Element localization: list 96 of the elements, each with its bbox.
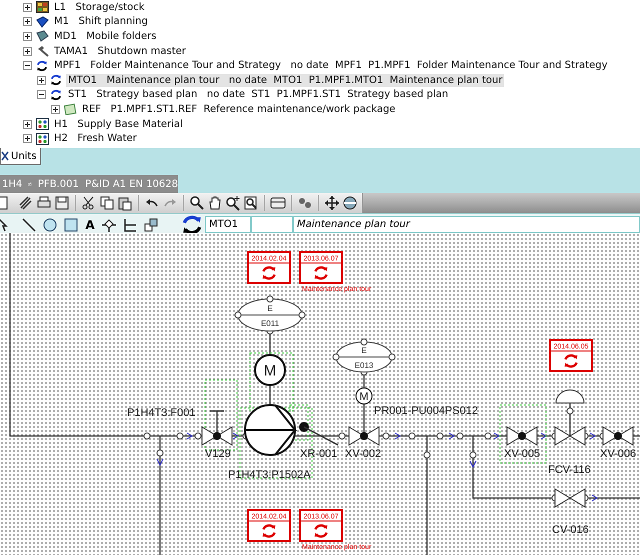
selection-frame (500, 404, 546, 464)
cycle-arrows-icon (314, 267, 328, 279)
document-tab-title: PFB.001 P&ID A1 EN 10628 (38, 178, 178, 190)
motor-letter: M (359, 390, 369, 403)
hand-icon[interactable] (207, 195, 223, 211)
document-tab-prefix: 1H4 (2, 178, 22, 190)
maintenance-marker (299, 251, 343, 284)
equipment-tag: V129 (205, 448, 231, 460)
motor-letter: M (264, 362, 276, 380)
expand-icon[interactable] (23, 46, 32, 56)
circle-tool-icon[interactable] (42, 216, 58, 232)
equipment-tag: FCV-116 (548, 464, 591, 476)
tree-item[interactable]: TAMA1 Shutdown master (52, 44, 188, 58)
expand-icon[interactable] (23, 17, 32, 26)
valve-symbol (202, 426, 232, 446)
hammer-icon (36, 45, 48, 58)
control-valve-symbol (554, 426, 586, 446)
maintenance-marker (549, 339, 593, 372)
cycle-arrows-icon (36, 60, 48, 72)
tree-item[interactable]: L1 Storage/stock (52, 0, 147, 14)
save-icon[interactable] (54, 195, 70, 211)
maintenance-marker (247, 251, 291, 284)
rectangle-tool-icon[interactable] (63, 216, 79, 232)
tree-item[interactable]: MD1 Mobile folders (52, 30, 158, 43)
pump-symbol (244, 404, 298, 456)
connector-tool-icon[interactable] (122, 216, 138, 232)
text-tool[interactable]: A (84, 218, 96, 232)
valve-symbol (506, 426, 538, 446)
tree-item[interactable]: MPF1 Folder Maintenance Tour and Strategy no date MPF1 P1.MPF1 Folder Maintenance Tour and Strategy (52, 59, 610, 72)
line-tool-icon[interactable] (21, 216, 37, 232)
equipment-tag: XR-001 (300, 448, 338, 460)
motor-symbol (254, 354, 286, 386)
blank-field[interactable] (251, 216, 293, 233)
copy-icon[interactable] (99, 195, 115, 211)
window-icon[interactable] (270, 195, 286, 211)
expand-icon[interactable] (51, 104, 60, 114)
control-valve-symbol (554, 488, 586, 508)
tree-item[interactable]: ST1 Strategy based plan no date ST1 P1.MPF1.ST1 Strategy based plan (66, 88, 450, 102)
tree-item[interactable]: MTO1 Maintenance plan tour no date MTO1 P1.MPF1.MTO1 Maintenance plan tour (66, 74, 504, 87)
code-field[interactable]: MTO1 (205, 216, 251, 233)
tree-item[interactable]: M1 Shift planning (52, 15, 150, 28)
selection-frame (204, 380, 238, 450)
equipment-tag: P1H4T3:F001 (127, 407, 196, 419)
tree-item[interactable]: H1 Supply Base Material (52, 118, 185, 131)
name-field[interactable]: Maintenance plan tour (293, 216, 640, 233)
cycle-arrows-icon (50, 88, 62, 101)
units-tab-icon (1, 151, 9, 161)
cycle-arrows-icon (262, 267, 276, 279)
material-box-icon (36, 132, 48, 145)
group-tool-icon[interactable] (143, 216, 159, 232)
cycle-arrows-icon (314, 525, 328, 537)
maintenance-marker (299, 509, 343, 542)
move-icon[interactable] (324, 195, 340, 211)
expand-icon[interactable] (23, 32, 32, 41)
collapse-icon[interactable] (23, 61, 32, 70)
collapse-icon[interactable] (37, 90, 46, 100)
book-icon (36, 16, 48, 28)
tree-item[interactable]: H2 Fresh Water (52, 132, 139, 146)
folders-icon (36, 30, 48, 42)
expand-icon[interactable] (23, 134, 32, 144)
actuator-dome-icon (556, 390, 584, 404)
cycle-arrows-icon (262, 525, 276, 537)
layers-icon[interactable] (342, 195, 358, 211)
zoom-page-icon[interactable] (243, 195, 259, 211)
paste-icon[interactable] (117, 195, 133, 211)
motor-symbol (356, 388, 372, 404)
cycle-arrows-icon (50, 74, 62, 86)
expand-icon[interactable] (23, 2, 32, 12)
grid-box-icon (36, 1, 48, 14)
package-icon (64, 103, 76, 116)
equipment-tag: XV-006 (600, 448, 636, 460)
valve-symbol (602, 426, 634, 446)
connection-point-icon[interactable] (101, 216, 117, 232)
material-box-icon (36, 118, 48, 130)
brush-icon[interactable] (18, 195, 34, 211)
expand-icon[interactable] (37, 76, 46, 85)
expand-icon[interactable] (23, 120, 32, 129)
equipment-tag: CV-016 (552, 524, 589, 536)
electrical-unit-symbol (332, 338, 396, 372)
zoom-in-icon[interactable] (225, 195, 241, 211)
valve-symbol (348, 426, 380, 446)
equipment-tag: PR001-PU004PS012 (374, 405, 478, 417)
maintenance-marker (247, 509, 291, 542)
equipment-tag: P1H4T3:P1502A (228, 469, 311, 481)
check-valve-symbol (299, 422, 338, 446)
equipment-tag: XV-005 (504, 448, 540, 460)
search-icon[interactable] (189, 195, 205, 211)
cycle-arrows-icon (564, 355, 578, 367)
unit-letter: E (361, 346, 367, 355)
cycle-arrows-icon (181, 214, 203, 236)
electrical-unit-symbol (234, 296, 306, 332)
unit-letter: E (267, 304, 273, 313)
equipment-tag: XV-002 (345, 448, 382, 460)
tree-item[interactable]: REF P1.MPF1.ST1.REF Reference maintenance/work package (80, 102, 398, 116)
unit-tag: E011 (260, 319, 280, 328)
unit-tag: E013 (354, 361, 374, 370)
